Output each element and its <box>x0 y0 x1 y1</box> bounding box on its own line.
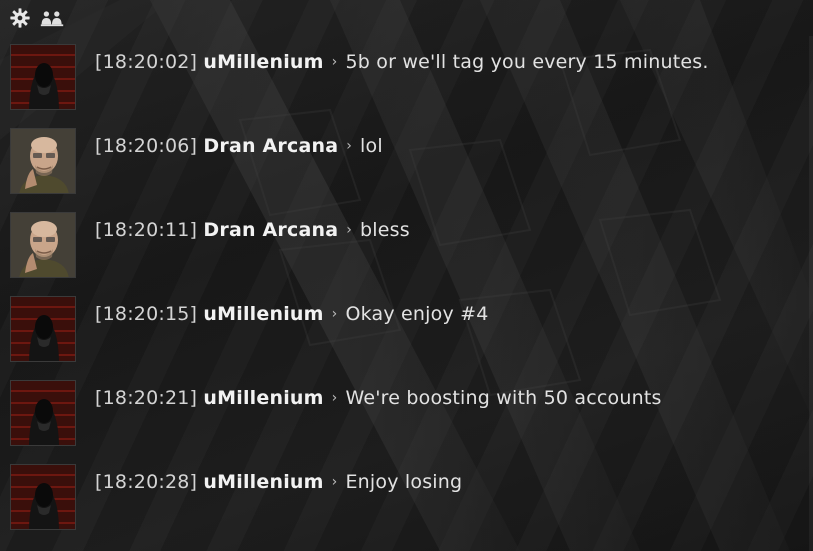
message-separator: › <box>346 222 353 238</box>
message-list: [18:20:02] uMillenium › 5b or we'll tag yo… <box>0 38 813 542</box>
message-line: [18:20:02] uMillenium › 5b or we'll tag yo… <box>95 50 709 76</box>
message-line: [18:20:15] uMillenium › Okay enjoy #4 <box>95 302 489 328</box>
chat-message: [18:20:15] uMillenium › Okay enjoy #4 <box>0 290 813 374</box>
chat-message: [18:20:02] uMillenium › 5b or we'll tag yo… <box>0 38 813 122</box>
message-author[interactable]: uMillenium <box>203 51 323 73</box>
chat-toolbar <box>0 0 813 36</box>
avatar[interactable] <box>10 212 76 278</box>
avatar[interactable] <box>10 464 76 530</box>
message-timestamp: [18:20:21] <box>95 387 198 409</box>
message-line: [18:20:11] Dran Arcana › bless <box>95 218 410 244</box>
message-author[interactable]: Dran Arcana <box>203 135 338 157</box>
avatar[interactable] <box>10 296 76 362</box>
message-timestamp: [18:20:06] <box>95 135 198 157</box>
chat-message: [18:20:06] Dran Arcana › lol <box>0 122 813 206</box>
message-separator: › <box>331 54 338 70</box>
chat-window: [18:20:02] uMillenium › 5b or we'll tag yo… <box>0 0 813 551</box>
avatar[interactable] <box>10 44 76 110</box>
message-text: Enjoy losing <box>345 471 463 493</box>
chat-message: [18:20:11] Dran Arcana › bless <box>0 206 813 290</box>
scrollbar-track[interactable] <box>809 36 813 551</box>
message-text: We're boosting with 50 accounts <box>345 387 662 409</box>
message-line: [18:20:21] uMillenium › We're boosting wit… <box>95 386 662 412</box>
message-author[interactable]: uMillenium <box>203 303 323 325</box>
message-text: bless <box>360 219 410 241</box>
message-line: [18:20:28] uMillenium › Enjoy losing <box>95 470 462 496</box>
message-timestamp: [18:20:02] <box>95 51 198 73</box>
message-timestamp: [18:20:28] <box>95 471 198 493</box>
avatar[interactable] <box>10 380 76 446</box>
message-text: Okay enjoy #4 <box>345 303 489 325</box>
gear-icon[interactable] <box>8 6 32 30</box>
message-author[interactable]: uMillenium <box>203 471 323 493</box>
message-separator: › <box>331 390 338 406</box>
message-timestamp: [18:20:15] <box>95 303 198 325</box>
avatar[interactable] <box>10 128 76 194</box>
message-separator: › <box>331 306 338 322</box>
chat-message: [18:20:28] uMillenium › Enjoy losing <box>0 458 813 542</box>
message-author[interactable]: uMillenium <box>203 387 323 409</box>
message-separator: › <box>331 474 338 490</box>
message-line: [18:20:06] Dran Arcana › lol <box>95 134 383 160</box>
chat-message: [18:20:21] uMillenium › We're boosting wit… <box>0 374 813 458</box>
message-text: 5b or we'll tag you every 15 minutes. <box>345 51 709 73</box>
message-author[interactable]: Dran Arcana <box>203 219 338 241</box>
message-text: lol <box>360 135 383 157</box>
message-timestamp: [18:20:11] <box>95 219 198 241</box>
people-icon[interactable] <box>40 6 64 30</box>
message-separator: › <box>346 138 353 154</box>
